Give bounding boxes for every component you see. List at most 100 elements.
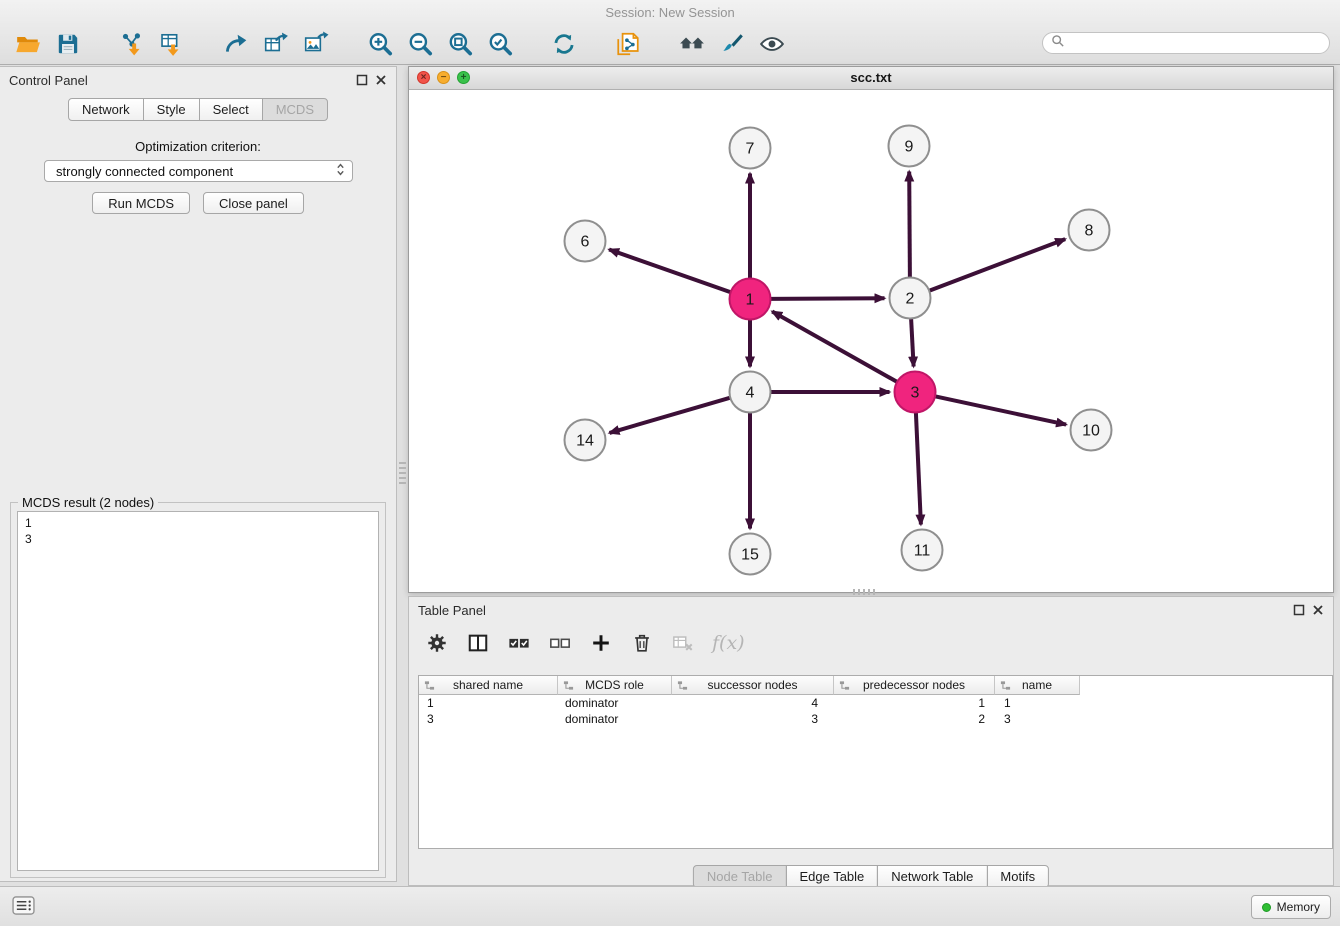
table-tab-edge-table[interactable]: Edge Table (785, 865, 878, 888)
graph-node-4[interactable]: 4 (730, 372, 771, 413)
memory-button[interactable]: Memory (1251, 895, 1331, 919)
zoom-out-button[interactable] (400, 27, 440, 61)
select-all-button[interactable] (507, 630, 531, 656)
import-network-file-button[interactable] (112, 27, 152, 61)
graph-node-15[interactable]: 15 (730, 534, 771, 575)
add-entry-button[interactable] (589, 630, 613, 656)
column-header-name[interactable]: name (995, 676, 1080, 695)
run-mcds-button[interactable]: Run MCDS (92, 192, 190, 214)
edge-1-2[interactable] (771, 298, 885, 299)
delete-table-button[interactable] (671, 630, 695, 656)
column-header-successor-nodes[interactable]: successor nodes (672, 676, 834, 695)
show-columns-button[interactable] (466, 630, 490, 656)
table-row[interactable]: 3dominator323 (419, 711, 1332, 727)
graph-node-7[interactable]: 7 (730, 128, 771, 169)
window-title: Session: New Session (605, 5, 734, 20)
table-header-row: shared nameMCDS rolesuccessor nodesprede… (419, 676, 1332, 695)
table-settings-button[interactable] (425, 630, 449, 656)
node-label: 11 (914, 543, 931, 560)
column-header-mcds-role[interactable]: MCDS role (558, 676, 672, 695)
open-file-button[interactable] (8, 27, 48, 61)
control-panel: Control Panel NetworkStyleSelectMCDS Opt… (0, 66, 397, 882)
node-label: 9 (905, 139, 914, 156)
apply-style-button[interactable] (712, 27, 752, 61)
column-header-shared-name[interactable]: shared name (419, 676, 558, 695)
graph-node-11[interactable]: 11 (902, 530, 943, 571)
deselect-all-button[interactable] (548, 630, 572, 656)
graph-node-3[interactable]: 3 (895, 372, 936, 413)
vertical-splitter-handle[interactable] (399, 462, 406, 486)
edge-2-8[interactable] (929, 239, 1065, 291)
edge-4-14[interactable] (610, 398, 731, 433)
network-graph[interactable]: 7 9 6 8 1 2 4 3 14 10 15 11 (409, 90, 1333, 592)
export-table-button[interactable] (256, 27, 296, 61)
control-panel-tabs: NetworkStyleSelectMCDS (0, 98, 396, 121)
graph-node-1[interactable]: 1 (730, 279, 771, 320)
table-cell: 1 (834, 695, 995, 711)
graph-node-9[interactable]: 9 (889, 126, 930, 167)
edge-3-11[interactable] (916, 413, 921, 525)
function-builder-button[interactable]: f(x) (712, 630, 745, 656)
horizontal-splitter-handle[interactable] (853, 589, 877, 595)
network-window-titlebar[interactable]: × − + scc.txt (409, 67, 1333, 90)
search-field[interactable] (1042, 32, 1330, 54)
show-hide-graphics-button[interactable] (752, 27, 792, 61)
table-tab-network-table[interactable]: Network Table (877, 865, 987, 888)
save-session-button[interactable] (48, 27, 88, 61)
refresh-view-icon (551, 31, 577, 57)
export-image-button[interactable] (296, 27, 336, 61)
table-tab-node-table[interactable]: Node Table (693, 865, 787, 888)
edge-2-9[interactable] (909, 172, 910, 278)
control-tab-mcds[interactable]: MCDS (262, 98, 328, 121)
apply-style-icon (719, 31, 745, 57)
mcds-result-list[interactable]: 13 (17, 511, 379, 871)
table-cell: 3 (419, 711, 558, 727)
control-tab-network[interactable]: Network (68, 98, 144, 121)
zoom-fit-button[interactable] (440, 27, 480, 61)
mcds-result-group: MCDS result (2 nodes) 13 (10, 495, 386, 878)
criterion-dropdown[interactable]: strongly connected component (44, 160, 353, 182)
minimize-window-icon[interactable]: − (437, 71, 450, 84)
graph-node-10[interactable]: 10 (1071, 410, 1112, 451)
close-window-icon[interactable]: × (417, 71, 430, 84)
graph-node-6[interactable]: 6 (565, 221, 606, 262)
edge-3-1[interactable] (772, 312, 897, 382)
list-icon (12, 896, 35, 915)
graph-node-2[interactable]: 2 (890, 278, 931, 319)
control-tab-select[interactable]: Select (199, 98, 263, 121)
copy-view-button[interactable] (608, 27, 648, 61)
export-network-button[interactable] (216, 27, 256, 61)
search-input[interactable] (1070, 35, 1321, 52)
edge-3-10[interactable] (935, 396, 1066, 424)
control-tab-style[interactable]: Style (143, 98, 200, 121)
zoom-selected-button[interactable] (480, 27, 520, 61)
toolbar-group (216, 27, 336, 61)
float-table-panel-icon[interactable] (1293, 604, 1305, 616)
node-label: 1 (746, 292, 755, 309)
network-canvas[interactable]: 7 9 6 8 1 2 4 3 14 10 15 11 (409, 90, 1333, 592)
edge-2-3[interactable] (911, 319, 914, 367)
zoom-in-button[interactable] (360, 27, 400, 61)
zoom-selected-icon (487, 31, 513, 57)
node-label: 7 (746, 141, 755, 158)
zoom-window-icon[interactable]: + (457, 71, 470, 84)
close-table-panel-icon[interactable] (1312, 604, 1324, 616)
home-layout-button[interactable] (672, 27, 712, 61)
delete-entry-button[interactable] (630, 630, 654, 656)
table-cell: 1 (995, 695, 1080, 711)
close-panel-icon[interactable] (375, 74, 387, 86)
column-header-predecessor-nodes[interactable]: predecessor nodes (834, 676, 995, 695)
task-history-button[interactable] (12, 896, 35, 920)
graph-node-8[interactable]: 8 (1069, 210, 1110, 251)
table-tab-motifs[interactable]: Motifs (986, 865, 1049, 888)
table-panel-tabs: Node TableEdge TableNetwork TableMotifs (693, 865, 1049, 888)
titlebar[interactable]: Session: New Session (0, 0, 1340, 24)
close-panel-button[interactable]: Close panel (203, 192, 304, 214)
import-table-file-button[interactable] (152, 27, 192, 61)
table-row[interactable]: 1dominator411 (419, 695, 1332, 711)
refresh-view-button[interactable] (544, 27, 584, 61)
node-label: 2 (906, 291, 915, 308)
edge-1-6[interactable] (609, 250, 731, 293)
float-panel-icon[interactable] (356, 74, 368, 86)
graph-node-14[interactable]: 14 (565, 420, 606, 461)
